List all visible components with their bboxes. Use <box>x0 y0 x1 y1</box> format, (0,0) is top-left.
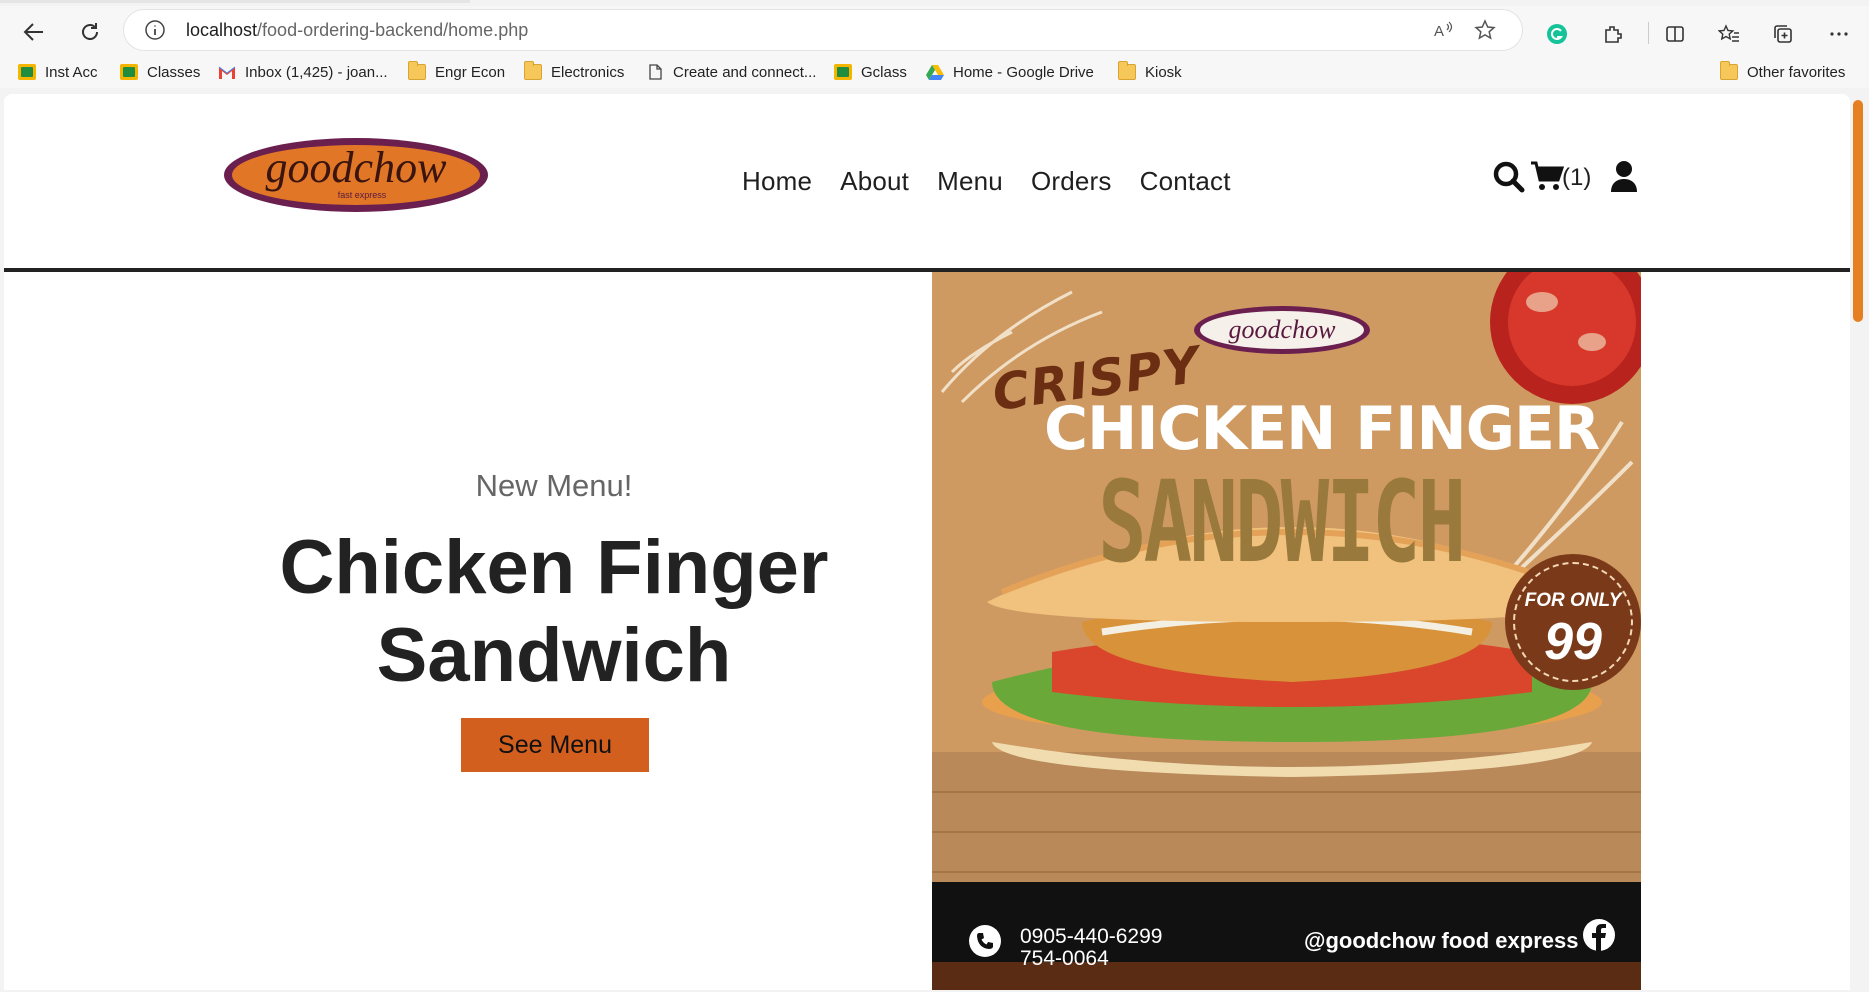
hero-title-line1: Chicken Finger <box>279 525 829 610</box>
bookmark-label: Kiosk <box>1145 63 1182 81</box>
nav-menu[interactable]: Menu <box>937 166 1003 197</box>
back-button[interactable] <box>16 14 52 50</box>
other-favorites[interactable]: Other favorites <box>1720 61 1846 82</box>
collections-icon[interactable] <box>1770 21 1796 47</box>
url-path: /food-ordering-backend/home.php <box>257 20 529 40</box>
bookmark-inst-acc[interactable]: Inst Acc <box>18 62 98 82</box>
see-menu-button[interactable]: See Menu <box>461 718 649 772</box>
folder-icon <box>408 61 426 80</box>
classroom-icon <box>120 64 138 80</box>
split-screen-icon[interactable] <box>1662 21 1688 47</box>
classroom-icon <box>18 64 36 80</box>
bookmark-label: Inbox (1,425) - joan... <box>245 63 388 81</box>
bookmark-label: Electronics <box>551 63 625 81</box>
site-header: goodchow fast express Home About Menu Or… <box>4 94 1850 272</box>
other-favorites-label: Other favorites <box>1747 63 1846 81</box>
logo-wordmark: goodchow <box>266 143 448 192</box>
bookmark-label: Create and connect... <box>673 63 817 81</box>
page-icon <box>649 64 662 80</box>
bookmark-electronics[interactable]: Electronics <box>524 61 625 82</box>
page-viewport: goodchow fast express Home About Menu Or… <box>4 94 1850 990</box>
extensions-icon[interactable] <box>1600 21 1626 47</box>
hero-title-line2: Sandwich <box>376 613 732 698</box>
logo-subtext: fast express <box>338 190 387 200</box>
back-arrow-icon <box>23 23 43 41</box>
classroom-icon <box>834 64 852 80</box>
poster-contact-bar: 0905-440-6299 754-0064 @goodchow food ex… <box>932 882 1641 990</box>
bookmark-kiosk[interactable]: Kiosk <box>1118 61 1182 82</box>
svg-text:A: A <box>1434 23 1444 40</box>
promo-poster-image: goodchow CRISPY CHICKEN FINGER SANDWICH … <box>932 272 1641 990</box>
search-icon[interactable] <box>1492 160 1526 194</box>
site-info-icon[interactable] <box>144 19 166 41</box>
price-badge: FOR ONLY 99 <box>1505 554 1641 690</box>
favorite-star-icon[interactable] <box>1474 19 1496 41</box>
toolbar-separator <box>1648 22 1649 44</box>
nav-home[interactable]: Home <box>742 166 812 197</box>
bookmark-label: Inst Acc <box>45 63 98 81</box>
nav-about[interactable]: About <box>840 166 909 197</box>
poster-logo-text: goodchow <box>1229 315 1337 344</box>
reload-button[interactable] <box>72 14 108 50</box>
bookmark-google-drive[interactable]: Home - Google Drive <box>926 62 1094 82</box>
bookmark-classes[interactable]: Classes <box>120 62 200 82</box>
poster-line2: SANDWICH <box>1098 458 1466 588</box>
reload-icon <box>82 23 98 40</box>
bookmark-label: Engr Econ <box>435 63 506 81</box>
nav-contact[interactable]: Contact <box>1140 166 1231 197</box>
header-actions: (1) <box>1474 154 1644 198</box>
price-badge-value: 99 <box>1544 613 1602 671</box>
folder-icon <box>524 61 542 80</box>
nav-orders[interactable]: Orders <box>1031 166 1112 197</box>
poster-phone1: 0905-440-6299 <box>1020 925 1163 948</box>
poster-phone2: 754-0064 <box>1020 947 1109 970</box>
read-aloud-icon[interactable]: A <box>1432 19 1454 41</box>
bookmark-engr-econ[interactable]: Engr Econ <box>408 61 506 82</box>
grammarly-icon[interactable] <box>1544 21 1570 47</box>
price-badge-label: FOR ONLY <box>1524 590 1622 611</box>
facebook-icon <box>1583 919 1615 951</box>
folder-icon <box>1118 61 1136 80</box>
url-host: localhost <box>186 20 258 40</box>
cart-icon[interactable] <box>1530 160 1564 192</box>
folder-icon <box>1720 61 1738 80</box>
bookmark-gclass[interactable]: Gclass <box>834 62 907 82</box>
bookmark-inbox[interactable]: Inbox (1,425) - joan... <box>218 62 388 82</box>
bookmark-create-connect[interactable]: Create and connect... <box>646 62 816 82</box>
gmail-icon <box>218 66 236 79</box>
more-menu-icon[interactable] <box>1826 21 1852 47</box>
hero-title: Chicken Finger Sandwich <box>244 524 864 700</box>
bookmark-label: Gclass <box>861 63 907 81</box>
user-icon[interactable] <box>1610 160 1638 192</box>
url-text[interactable]: localhost/food-ordering-backend/home.php <box>186 20 528 41</box>
poster-phones: 0905-440-6299 754-0064 <box>1020 926 1162 970</box>
browser-toolbar: localhost/food-ordering-backend/home.php… <box>0 6 1869 56</box>
drive-icon <box>926 65 944 80</box>
active-tab-edge <box>0 0 470 3</box>
bookmark-label: Home - Google Drive <box>953 63 1094 81</box>
page-scrollbar[interactable] <box>1850 94 1864 990</box>
goodchow-logo[interactable]: goodchow fast express <box>222 136 490 214</box>
bookmark-label: Classes <box>147 63 201 81</box>
bookmarks-bar: Inst Acc Classes Inbox (1,425) - joan...… <box>0 56 1869 88</box>
address-bar[interactable]: localhost/food-ordering-backend/home.php… <box>124 10 1522 50</box>
favorites-icon[interactable] <box>1716 21 1742 47</box>
poster-social-handle: @goodchow food express <box>1304 928 1579 953</box>
main-nav: Home About Menu Orders Contact <box>742 166 1231 197</box>
hero-subtitle: New Menu! <box>475 468 633 503</box>
poster-line1: CHICKEN FINGER <box>1044 394 1600 464</box>
phone-icon <box>969 925 1001 957</box>
cart-count[interactable]: (1) <box>1562 164 1591 192</box>
scrollbar-thumb[interactable] <box>1853 100 1863 322</box>
